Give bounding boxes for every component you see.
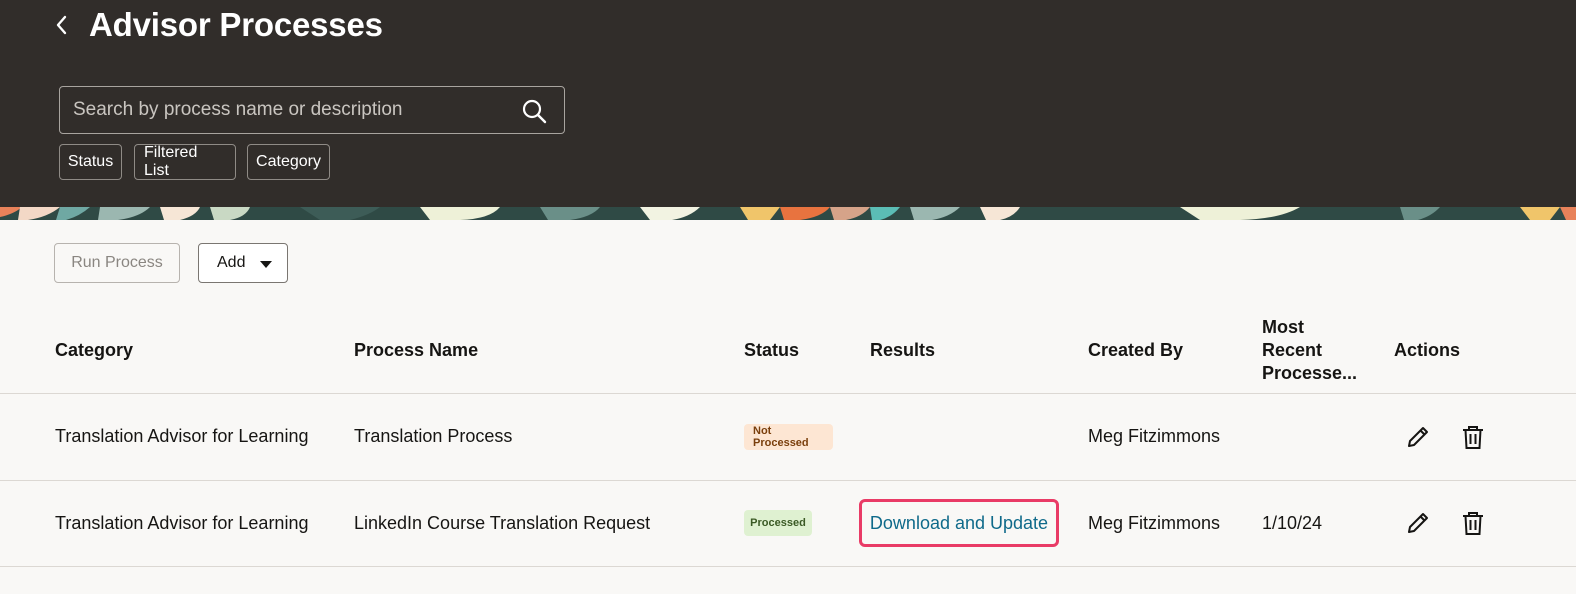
cell-created-by: Meg Fitzimmons: [1088, 426, 1221, 446]
banner-pattern: [0, 207, 1576, 220]
pencil-icon: [1408, 427, 1428, 447]
cell-category: Translation Advisor for Learning: [55, 513, 309, 533]
column-header-actions: Actions: [1394, 340, 1461, 360]
column-header-most-recent[interactable]: Most Recent Processe...: [1262, 316, 1362, 385]
download-and-update-link[interactable]: Download and Update: [870, 513, 1048, 534]
cell-most-recent: 1/10/24: [1262, 513, 1323, 533]
back-button[interactable]: [48, 10, 74, 40]
results-highlight: Download and Update: [859, 499, 1059, 547]
caret-down-icon: [260, 261, 272, 268]
status-badge: Not Processed: [744, 424, 833, 450]
search-field[interactable]: [59, 86, 565, 134]
search-icon[interactable]: [521, 98, 547, 124]
filter-chip-filtered-list[interactable]: Filtered List: [134, 144, 236, 180]
cell-process-name: LinkedIn Course Translation Request: [354, 513, 651, 533]
cell-category: Translation Advisor for Learning: [55, 426, 309, 446]
add-button-label: Add: [217, 254, 246, 271]
trash-icon: [1463, 426, 1483, 449]
column-header-status[interactable]: Status: [744, 339, 799, 362]
column-header-results[interactable]: Results: [870, 339, 935, 362]
page-header: Advisor Processes Status Filtered List C…: [0, 0, 1576, 207]
page-title: Advisor Processes: [89, 6, 383, 43]
run-process-button[interactable]: Run Process: [54, 243, 180, 283]
add-button[interactable]: Add: [198, 243, 288, 283]
search-input[interactable]: [60, 87, 515, 133]
filter-chip-category[interactable]: Category: [247, 144, 330, 180]
delete-button[interactable]: [1456, 420, 1490, 454]
delete-button[interactable]: [1456, 506, 1490, 540]
trash-icon: [1463, 512, 1483, 535]
edit-button[interactable]: [1401, 506, 1435, 540]
cell-process-name: Translation Process: [354, 426, 513, 446]
column-header-category[interactable]: Category: [55, 339, 133, 362]
pencil-icon: [1408, 513, 1428, 533]
edit-button[interactable]: [1401, 420, 1435, 454]
chevron-left-icon: [56, 15, 67, 35]
column-header-process-name[interactable]: Process Name: [354, 339, 478, 362]
decorative-banner: [0, 207, 1576, 220]
column-header-created-by[interactable]: Created By: [1088, 339, 1183, 362]
status-badge: Processed: [744, 510, 812, 536]
table-divider: [0, 480, 1576, 481]
table-divider: [0, 393, 1576, 394]
filter-chip-status[interactable]: Status: [59, 144, 122, 180]
table-divider: [0, 566, 1576, 567]
cell-created-by: Meg Fitzimmons: [1088, 513, 1221, 533]
